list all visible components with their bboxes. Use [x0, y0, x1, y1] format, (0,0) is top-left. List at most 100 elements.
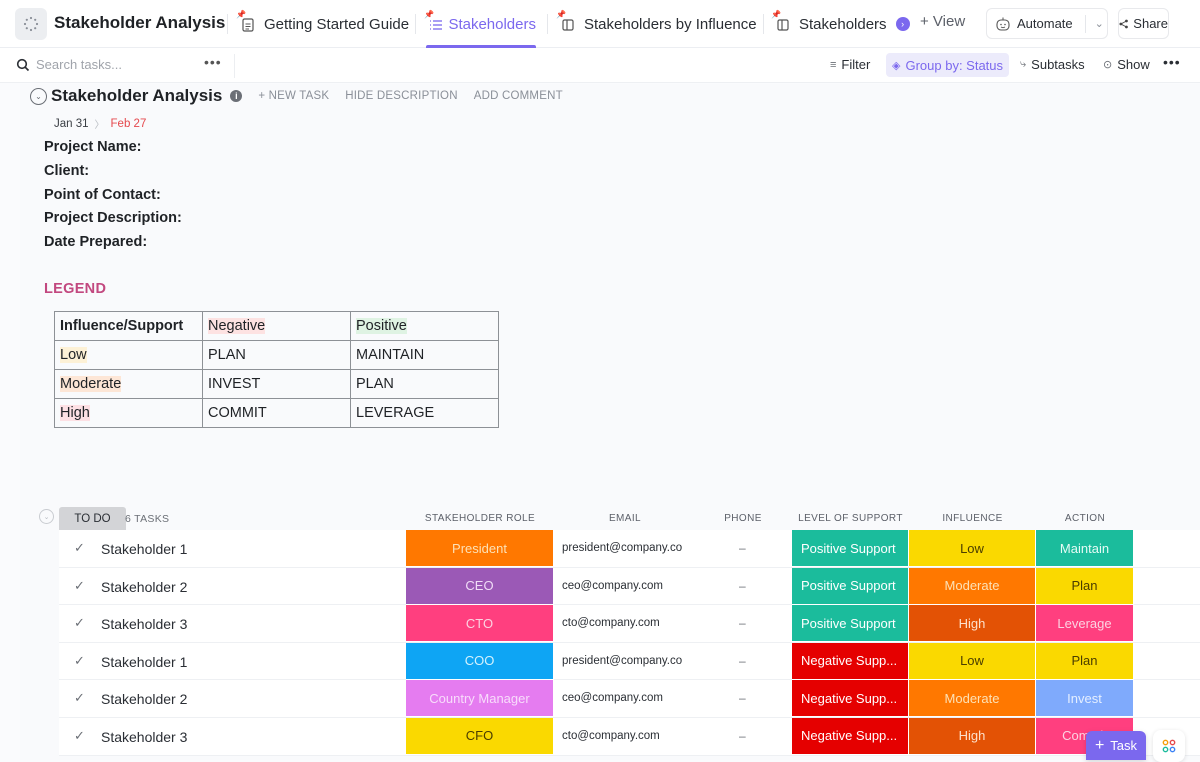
date-range[interactable]: Jan 31 〉 Feb 27	[54, 116, 147, 132]
hide-description-button[interactable]: HIDE DESCRIPTION	[345, 90, 457, 102]
level-of-support-cell[interactable]: Positive Support	[792, 605, 909, 643]
level-of-support-cell[interactable]: Positive Support	[792, 530, 909, 567]
email-cell[interactable]: cto@company.com	[562, 730, 660, 742]
search-input[interactable]: Search tasks...	[36, 57, 122, 72]
task-row[interactable]: ✓ Stakeholder 3 CFO cto@company.com – Ne…	[59, 717, 1200, 756]
level-of-support-cell[interactable]: Negative Supp...	[792, 642, 909, 680]
task-name[interactable]: Stakeholder 1	[101, 541, 187, 557]
checkmark-icon[interactable]: ✓	[74, 540, 85, 556]
action-cell[interactable]: Plan	[1036, 567, 1134, 605]
phone-cell[interactable]: –	[739, 616, 746, 630]
checkmark-icon[interactable]: ✓	[74, 615, 85, 631]
legend-row: Low PLAN MAINTAIN	[54, 340, 499, 370]
task-name[interactable]: Stakeholder 1	[101, 654, 187, 670]
task-name[interactable]: Stakeholder 3	[101, 616, 187, 632]
column-header-influence[interactable]: INFLUENCE	[909, 513, 1036, 524]
add-view-button[interactable]: + View	[920, 13, 965, 30]
legend-high: High	[60, 405, 90, 421]
email-cell[interactable]: cto@company.com	[562, 617, 660, 629]
tab-getting-started-guide[interactable]: 📌 Getting Started Guide	[236, 0, 409, 48]
share-icon	[1119, 19, 1128, 28]
influence-cell[interactable]: Low	[909, 530, 1036, 567]
influence-cell[interactable]: Moderate	[909, 680, 1036, 718]
chevron-down-icon[interactable]: ⌄	[1095, 17, 1104, 30]
phone-cell[interactable]: –	[739, 691, 746, 705]
level-of-support-cell[interactable]: Positive Support	[792, 567, 909, 605]
column-header-phone[interactable]: PHONE	[718, 513, 768, 524]
email-cell[interactable]: ceo@company.com	[562, 692, 663, 704]
level-of-support-cell[interactable]: Negative Supp...	[792, 717, 909, 755]
task-name[interactable]: Stakeholder 2	[101, 691, 187, 707]
tab-stakeholders-by-influence[interactable]: 📌 Stakeholders by Influence	[556, 0, 757, 48]
phone-cell[interactable]: –	[739, 541, 746, 555]
apps-button[interactable]	[1153, 730, 1185, 762]
group-by-button[interactable]: ◈ Group by: Status	[886, 53, 1010, 77]
task-row[interactable]: ✓ Stakeholder 1 President president@comp…	[59, 530, 1200, 568]
share-button[interactable]: Share	[1118, 8, 1169, 39]
due-date[interactable]: Feb 27	[111, 118, 147, 130]
stakeholder-role-cell[interactable]: President	[406, 530, 554, 567]
info-icon[interactable]: i	[230, 90, 243, 102]
task-name[interactable]: Stakeholder 3	[101, 729, 187, 745]
automate-button[interactable]: Automate ⌄	[986, 8, 1108, 39]
status-group-badge[interactable]: TO DO	[59, 507, 126, 530]
subtasks-button[interactable]: ⤷ Subtasks	[1020, 57, 1085, 72]
column-header-stakeholder-role[interactable]: STAKEHOLDER ROLE	[406, 513, 554, 524]
new-task-button[interactable]: + NEW TASK	[258, 90, 329, 102]
group-collapse-chevron-icon[interactable]: ⌄	[39, 509, 54, 524]
column-header-action[interactable]: ACTION	[1036, 513, 1134, 524]
filter-button[interactable]: ≡ Filter	[830, 57, 870, 72]
legend-cell: LEVERAGE	[350, 398, 499, 428]
stakeholder-role-cell[interactable]: Country Manager	[406, 680, 554, 718]
influence-cell[interactable]: High	[909, 717, 1036, 755]
task-row[interactable]: ✓ Stakeholder 3 CTO cto@company.com – Po…	[59, 605, 1200, 643]
stakeholder-role-cell[interactable]: COO	[406, 642, 554, 680]
level-of-support-cell[interactable]: Negative Supp...	[792, 680, 909, 718]
description-project-description: Project Description:	[44, 210, 182, 226]
new-task-fab-button[interactable]: + Task	[1086, 731, 1146, 760]
email-cell[interactable]: president@company.co	[562, 542, 682, 554]
stakeholder-role-cell[interactable]: CTO	[406, 605, 554, 643]
checkmark-icon[interactable]: ✓	[74, 653, 85, 669]
start-date[interactable]: Jan 31	[54, 118, 89, 130]
influence-cell[interactable]: Moderate	[909, 567, 1036, 605]
action-cell[interactable]: Leverage	[1036, 605, 1134, 643]
action-cell[interactable]: Invest	[1036, 680, 1134, 718]
tab-divider	[547, 14, 548, 34]
email-cell[interactable]: president@company.co	[562, 655, 682, 667]
action-cell[interactable]: Maintain	[1036, 530, 1134, 567]
influence-cell[interactable]: High	[909, 605, 1036, 643]
checkmark-icon[interactable]: ✓	[74, 690, 85, 706]
phone-cell[interactable]: –	[739, 654, 746, 668]
influence-cell[interactable]: Low	[909, 642, 1036, 680]
task-name[interactable]: Stakeholder 2	[101, 579, 187, 595]
search-options-icon[interactable]: •••	[204, 54, 222, 70]
column-header-email[interactable]: EMAIL	[595, 513, 655, 524]
more-views-chevron-icon[interactable]: ›	[895, 17, 910, 31]
checkmark-icon[interactable]: ✓	[74, 728, 85, 744]
task-row[interactable]: ✓ Stakeholder 1 COO president@company.co…	[59, 642, 1200, 681]
search-box[interactable]: Search tasks...	[16, 57, 122, 72]
tab-stakeholders[interactable]: 📌 Stakeholders	[424, 0, 536, 48]
task-row[interactable]: ✓ Stakeholder 2 CEO ceo@company.com – Po…	[59, 567, 1200, 606]
tab-stakeholders-board[interactable]: 📌 Stakeholders ›	[771, 0, 910, 48]
stakeholder-role-cell[interactable]: CEO	[406, 567, 554, 605]
column-header-level-of-support[interactable]: LEVEL OF SUPPORT	[792, 513, 909, 524]
list-settings-button[interactable]	[15, 8, 47, 40]
tab-label: Stakeholders	[448, 15, 536, 33]
list-title: Stakeholder Analysis	[51, 86, 223, 105]
phone-cell[interactable]: –	[739, 729, 746, 743]
task-row[interactable]: ✓ Stakeholder 2 Country Manager ceo@comp…	[59, 680, 1200, 718]
chevron-down-icon[interactable]: ⌄	[30, 87, 47, 105]
phone-cell[interactable]: –	[739, 579, 746, 593]
action-cell[interactable]: Plan	[1036, 642, 1134, 680]
more-options-icon[interactable]: •••	[1163, 54, 1181, 70]
task-count: 6 TASKS	[125, 513, 170, 525]
email-cell[interactable]: ceo@company.com	[562, 580, 663, 592]
legend-header-row: Influence/Support Negative Positive	[54, 311, 499, 341]
checkmark-icon[interactable]: ✓	[74, 578, 85, 594]
add-comment-button[interactable]: ADD COMMENT	[474, 90, 563, 102]
stakeholder-role-cell[interactable]: CFO	[406, 717, 554, 755]
show-button[interactable]: ⊙ Show	[1103, 57, 1150, 72]
tab-label: Stakeholders	[799, 15, 887, 33]
